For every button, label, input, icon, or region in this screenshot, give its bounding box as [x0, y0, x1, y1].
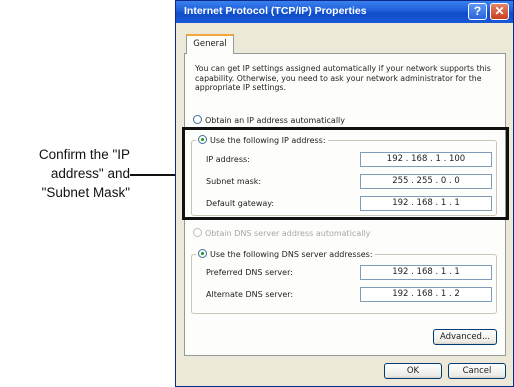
obtain-ip-auto-option[interactable]: Obtain an IP address automatically: [193, 115, 345, 125]
callout-line: address" and: [50, 166, 130, 181]
preferred-dns-field[interactable]: 192 . 168 . 1 . 1: [360, 265, 492, 280]
radio-icon[interactable]: [193, 115, 202, 124]
ok-button[interactable]: OK: [384, 363, 442, 379]
use-following-dns-option[interactable]: Use the following DNS server addresses:: [196, 249, 375, 259]
dns-server-group: Use the following DNS server addresses: …: [191, 249, 497, 314]
title-bar[interactable]: Internet Protocol (TCP/IP) Properties ? …: [176, 1, 513, 23]
callout-line: "Subnet Mask": [41, 185, 130, 200]
help-button[interactable]: ?: [468, 3, 487, 20]
tab-general[interactable]: General: [186, 34, 234, 54]
alternate-dns-field[interactable]: 192 . 168 . 1 . 2: [360, 287, 492, 302]
advanced-button[interactable]: Advanced...: [433, 329, 497, 345]
window-title: Internet Protocol (TCP/IP) Properties: [184, 5, 367, 17]
settings-description: You can get IP settings assigned automat…: [195, 64, 491, 93]
use-following-dns-label: Use the following DNS server addresses:: [210, 250, 373, 259]
obtain-ip-auto-label: Obtain an IP address automatically: [205, 116, 346, 125]
callout-text: Confirm the "IP address" and "Subnet Mas…: [0, 145, 130, 202]
callout-line: Confirm the "IP: [38, 147, 130, 162]
close-button[interactable]: ✕: [490, 3, 509, 20]
preferred-dns-label: Preferred DNS server:: [206, 268, 293, 277]
alternate-dns-label: Alternate DNS server:: [206, 290, 294, 299]
cancel-button[interactable]: Cancel: [448, 363, 506, 379]
ip-settings-highlight-box: [182, 127, 509, 220]
radio-disabled-icon: [193, 228, 202, 237]
radio-selected-icon[interactable]: [198, 249, 207, 258]
obtain-dns-auto-option: Obtain DNS server address automatically: [193, 228, 370, 238]
obtain-dns-auto-label: Obtain DNS server address automatically: [205, 229, 371, 238]
